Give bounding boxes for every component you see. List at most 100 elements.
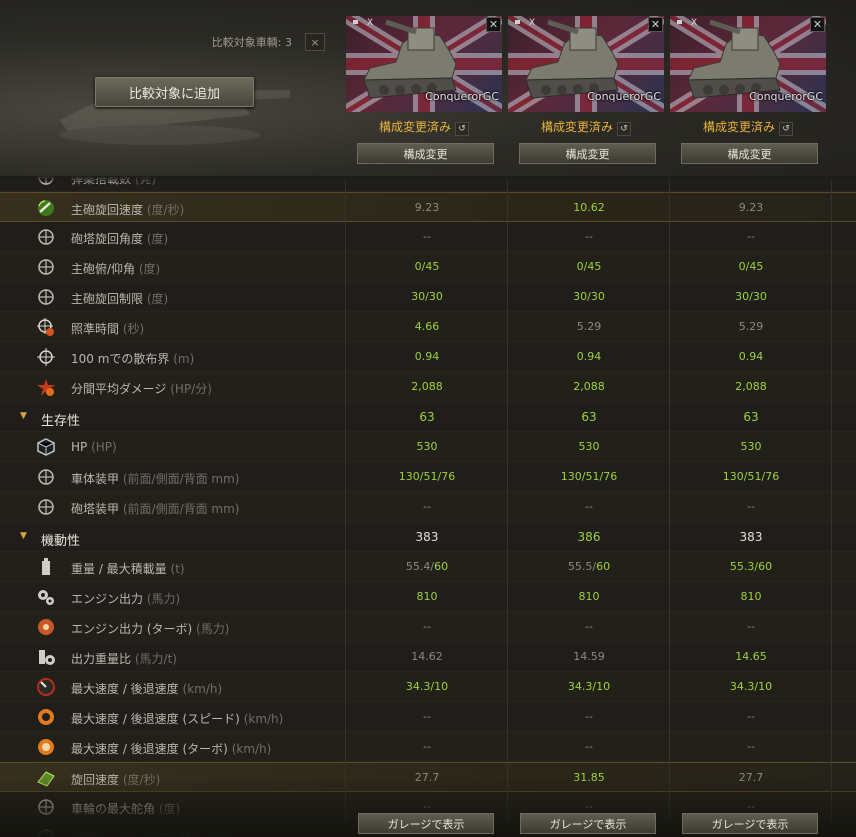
stat-label: エンジン出力 (ターボ) (馬力) xyxy=(71,620,229,637)
stat-value-text: 383 xyxy=(739,530,763,544)
tier-label: X xyxy=(515,18,535,28)
stat-label: 車輪の最大舵角 (度) xyxy=(71,800,180,817)
traverse-icon xyxy=(37,771,55,787)
vehicle-card[interactable]: X ConquerorGC xyxy=(670,16,826,112)
stat-label-text: 主砲旋回速度 xyxy=(71,203,144,217)
stat-value: 383 xyxy=(346,530,508,544)
category-row[interactable]: ▼ 機動性 383 386 383 xyxy=(0,522,856,552)
category-row[interactable]: ▼ 生存性 63 63 63 xyxy=(0,402,856,432)
stat-value: -- xyxy=(508,620,670,633)
stat-value-text: 530 xyxy=(740,440,762,453)
stat-value-text: 810 xyxy=(416,590,438,603)
stat-value: -- xyxy=(346,800,508,813)
stat-value: -- xyxy=(670,800,832,813)
configure-button[interactable]: 構成変更 xyxy=(357,143,494,164)
stat-value: 5.29 xyxy=(670,320,832,333)
stat-row: 分間平均ダメージ (HP/分) 2,088 2,088 2,088 xyxy=(0,372,856,402)
stat-label: 最大速度 / 後退速度 (km/h) xyxy=(71,680,222,697)
stat-value: 34.3/10 xyxy=(670,680,832,693)
stat-value: -- xyxy=(508,800,670,813)
stat-value-text: -- xyxy=(585,230,593,243)
show-in-garage-button[interactable]: ガレージで表示 xyxy=(358,813,494,834)
stat-value-text: 530 xyxy=(416,440,438,453)
stat-label: 砲塔旋回角度 (度) xyxy=(71,230,168,247)
stat-value: 0/45 xyxy=(346,260,508,273)
stat-label: エンジン出力 (馬力) xyxy=(71,590,180,607)
stat-value: 55.4/60 xyxy=(346,560,508,573)
column-divider xyxy=(345,176,346,837)
vehicle-name: ConquerorGC xyxy=(749,90,823,103)
show-in-garage-button[interactable]: ガレージで表示 xyxy=(520,813,656,834)
stat-value-text: -- xyxy=(585,710,593,723)
stat-value-suffix: 60 xyxy=(596,560,611,573)
dispersion-icon xyxy=(37,348,55,366)
stat-label-text: 100 mでの散布界 xyxy=(71,352,170,366)
stat-value: 810 xyxy=(670,590,832,603)
hp-icon xyxy=(37,438,55,456)
stat-label-text: 最大速度 / 後退速度 xyxy=(71,682,179,696)
configure-button[interactable]: 構成変更 xyxy=(681,143,818,164)
stat-value: 0.94 xyxy=(508,350,670,363)
stat-label: 主砲旋回速度 (度/秒) xyxy=(71,201,184,218)
stat-label: 主砲旋回制限 (度) xyxy=(71,290,168,307)
stat-value-text: 9.23 xyxy=(414,201,440,214)
stat-label: 射撃モードへの切り替え (秒) xyxy=(71,830,228,837)
stat-unit: (m) xyxy=(173,352,195,366)
stat-value: 530 xyxy=(670,440,832,453)
remove-vehicle-close-icon[interactable]: ✕ xyxy=(810,17,825,32)
chevron-down-icon[interactable]: ▼ xyxy=(20,531,27,541)
vehicle-card[interactable]: X ConquerorGC xyxy=(508,16,664,112)
stat-value: 2,088 xyxy=(346,380,508,393)
stat-value-text: -- xyxy=(747,500,755,513)
remove-vehicle-close-icon[interactable]: ✕ xyxy=(486,17,501,32)
undo-icon[interactable]: ↺ xyxy=(779,122,793,136)
stat-value-text: -- xyxy=(423,740,431,753)
stat-value: 0/45 xyxy=(670,260,832,273)
stat-label: 最大速度 / 後退速度 (スピード) (km/h) xyxy=(71,710,283,727)
category-label: 機動性 xyxy=(41,534,81,549)
stat-value: 27.7 xyxy=(670,771,832,784)
stat-value: 130/51/76 xyxy=(346,470,508,483)
stat-value-text: 4.66 xyxy=(414,320,440,333)
configure-button[interactable]: 構成変更 xyxy=(519,143,656,164)
undo-icon[interactable]: ↺ xyxy=(455,122,469,136)
stat-value-text: 34.3/10 xyxy=(405,680,449,693)
stat-value: 0/45 xyxy=(508,260,670,273)
stat-unit: (度) xyxy=(146,232,169,246)
stat-label-text: 砲塔旋回角度 xyxy=(71,232,144,246)
stat-row: 出力重量比 (馬力/t) 14.62 14.59 14.65 xyxy=(0,642,856,672)
undo-icon[interactable]: ↺ xyxy=(617,122,631,136)
stat-value-text: 34.3/10 xyxy=(567,680,611,693)
show-in-garage-button[interactable]: ガレージで表示 xyxy=(682,813,818,834)
stat-value-text: 55.4/ xyxy=(405,560,435,573)
stat-value: 30/30 xyxy=(346,290,508,303)
stat-row: 重量 / 最大積載量 (t) 55.4/60 55.5/60 55.3/60 xyxy=(0,552,856,582)
scroll-fade-top xyxy=(0,176,856,184)
stat-value-text: -- xyxy=(423,500,431,513)
mode-switch-icon xyxy=(38,829,54,837)
category-label: 生存性 xyxy=(41,414,81,429)
remove-vehicle-close-icon[interactable]: ✕ xyxy=(648,17,663,32)
stat-label-text: 重量 / 最大積載量 xyxy=(71,562,167,576)
stat-value: 2,088 xyxy=(670,380,832,393)
stat-value-text: 810 xyxy=(578,590,600,603)
stat-value: 130/51/76 xyxy=(508,470,670,483)
stat-value: 30/30 xyxy=(508,290,670,303)
stat-label: 分間平均ダメージ (HP/分) xyxy=(71,380,212,397)
stat-label-text: エンジン出力 xyxy=(71,592,144,606)
vehicle-card[interactable]: X ConquerorGC xyxy=(346,16,502,112)
stat-value: 34.3/10 xyxy=(346,680,508,693)
stat-unit: (馬力) xyxy=(146,592,181,606)
stat-unit: (度) xyxy=(158,802,181,816)
clear-all-close-icon[interactable]: × xyxy=(305,33,325,51)
stat-value-text: 14.62 xyxy=(411,650,443,663)
stat-value-text: 55.3/ xyxy=(729,560,759,573)
add-to-compare-button[interactable]: 比較対象に追加 xyxy=(95,77,254,107)
stat-label: 最大速度 / 後退速度 (ターボ) (km/h) xyxy=(71,740,271,757)
stat-value-text: -- xyxy=(585,800,593,813)
stat-value: 810 xyxy=(508,590,670,603)
chevron-down-icon[interactable]: ▼ xyxy=(20,411,27,421)
stat-value: -- xyxy=(508,230,670,243)
stat-value-suffix: 60 xyxy=(758,560,773,573)
stat-value: 63 xyxy=(346,410,508,424)
